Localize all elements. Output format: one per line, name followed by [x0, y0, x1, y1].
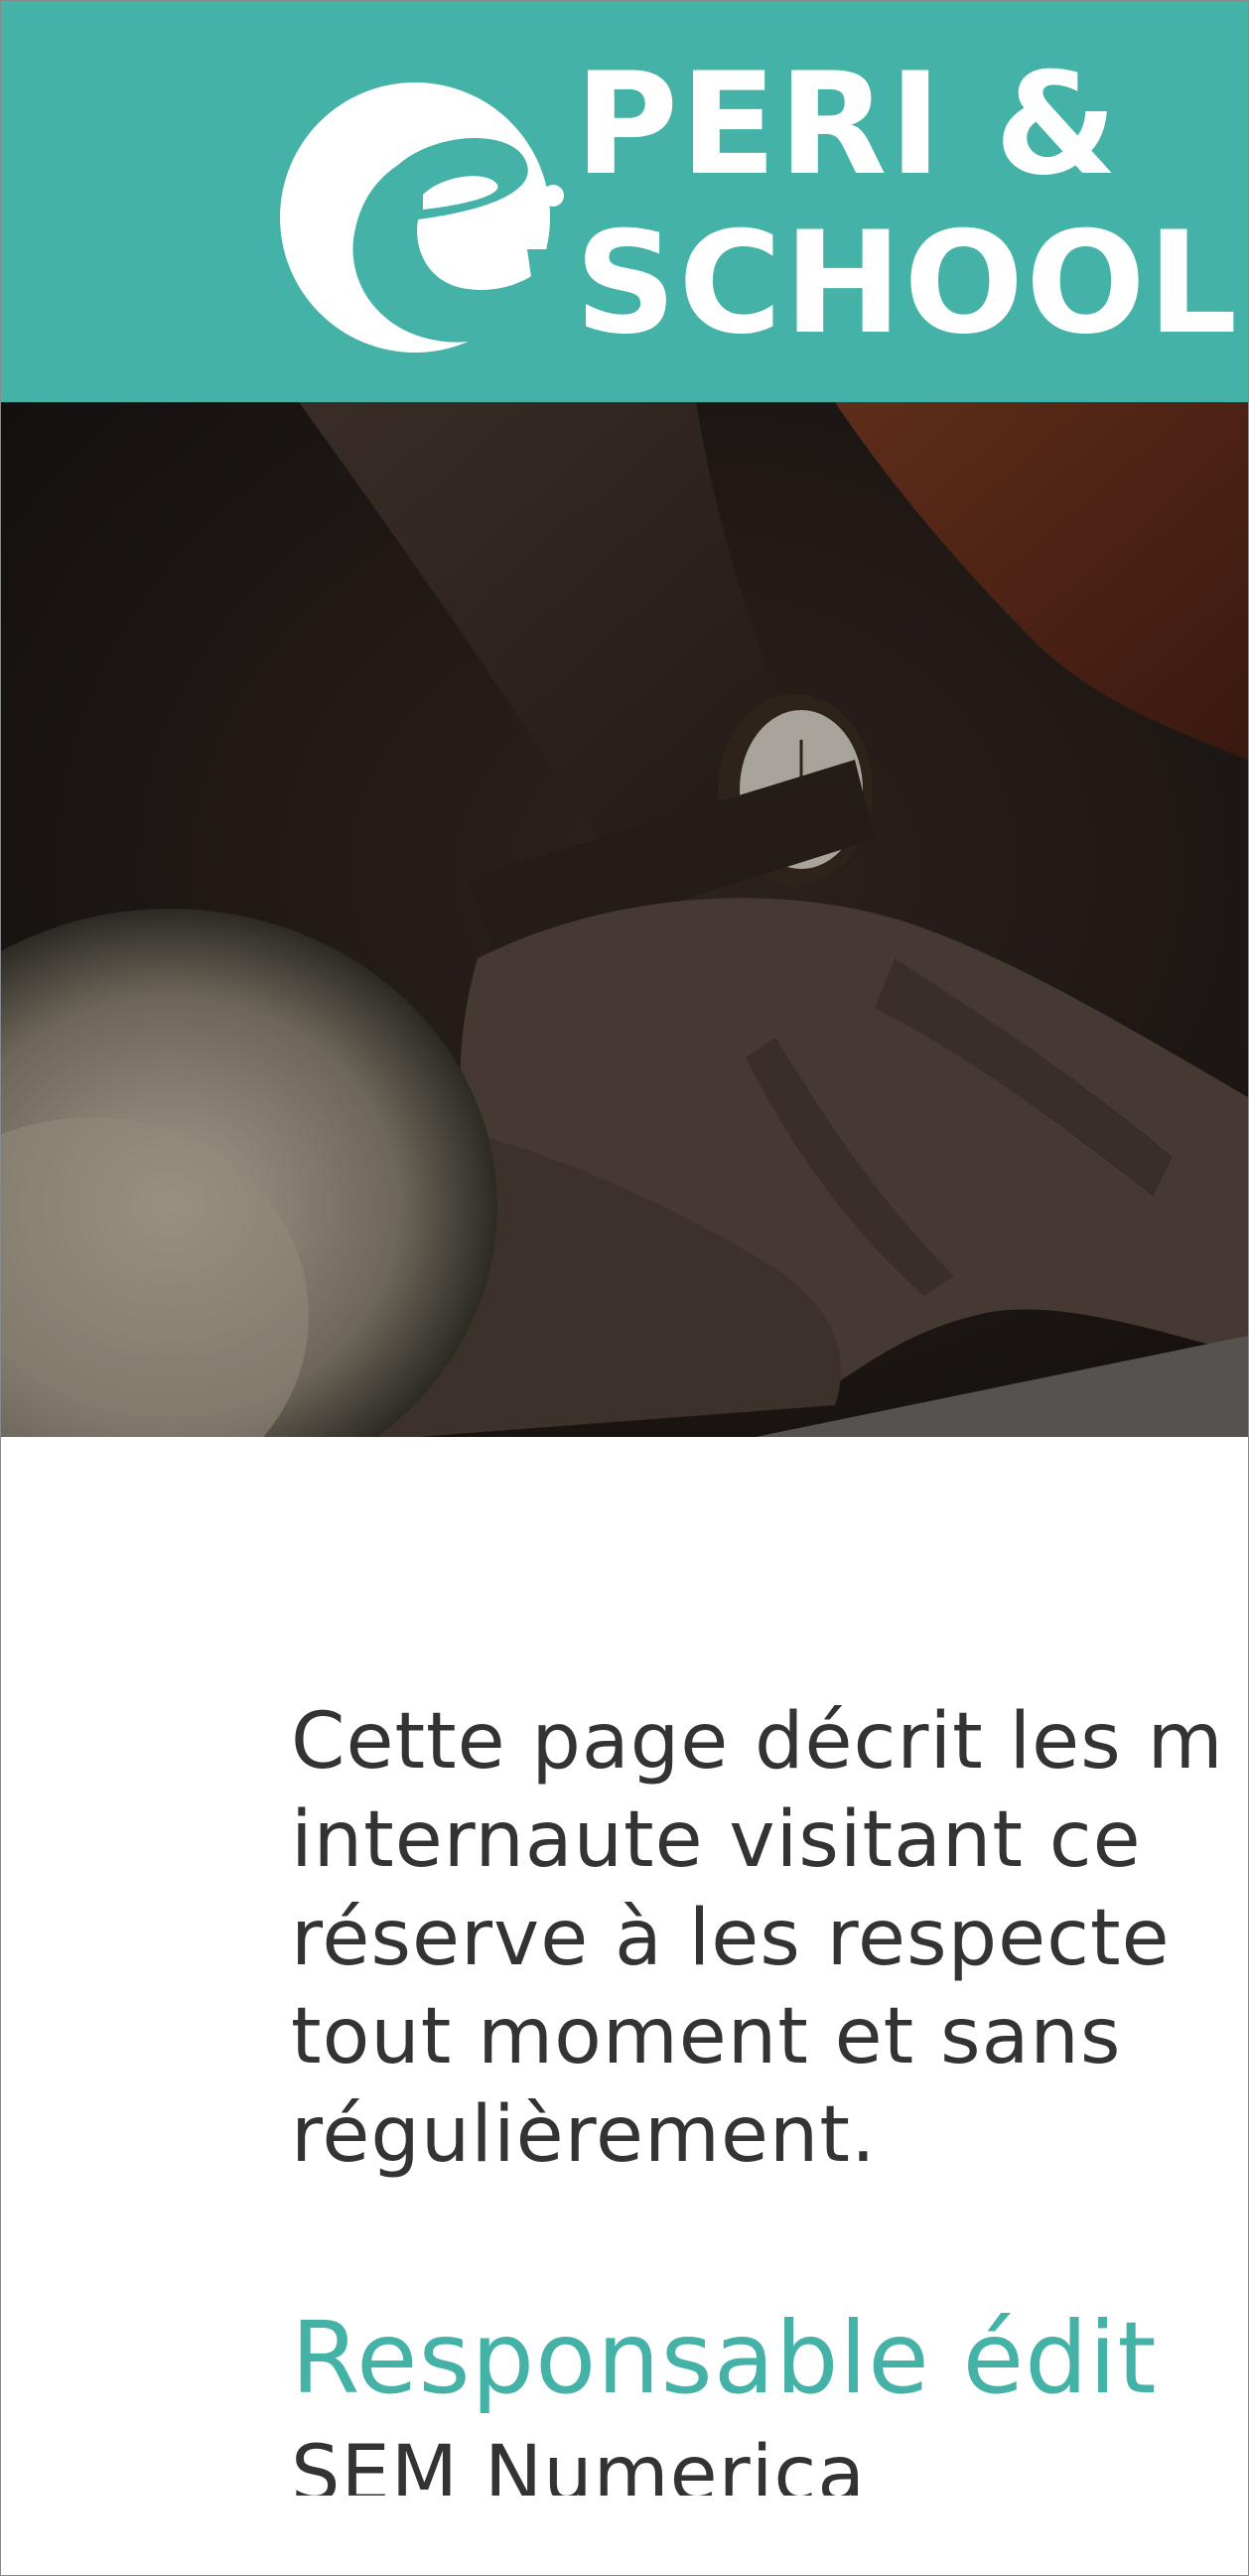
- intro-line: Cette page décrit les m: [291, 1697, 1224, 1787]
- section-title-responsable: Responsable édit: [291, 2300, 1158, 2416]
- intro-paragraph: Cette page décrit les m internaute visit…: [291, 1693, 1248, 2185]
- page-frame: PERI & SCHOOL Cette page décrit les m in…: [0, 0, 1249, 2576]
- logo-e-icon: [280, 82, 597, 353]
- site-logo[interactable]: PERI & SCHOOL: [1, 1, 1248, 402]
- site-header: PERI & SCHOOL: [1, 1, 1248, 402]
- viewport-cutoff: [1, 2496, 1248, 2575]
- hero-photo: [1, 402, 1248, 1437]
- logo-text-line2: SCHOOL: [575, 202, 1240, 365]
- hero-image: [1, 402, 1248, 1437]
- intro-line: tout moment et sans: [291, 1992, 1122, 2081]
- logo-text-line1: PERI &: [575, 43, 1120, 207]
- intro-line: internaute visitant ce: [291, 1795, 1142, 1885]
- main-content: Cette page décrit les m internaute visit…: [1, 1437, 1248, 2575]
- intro-line: réserve à les respecte: [291, 1894, 1171, 1983]
- intro-line: régulièrement.: [291, 2090, 877, 2180]
